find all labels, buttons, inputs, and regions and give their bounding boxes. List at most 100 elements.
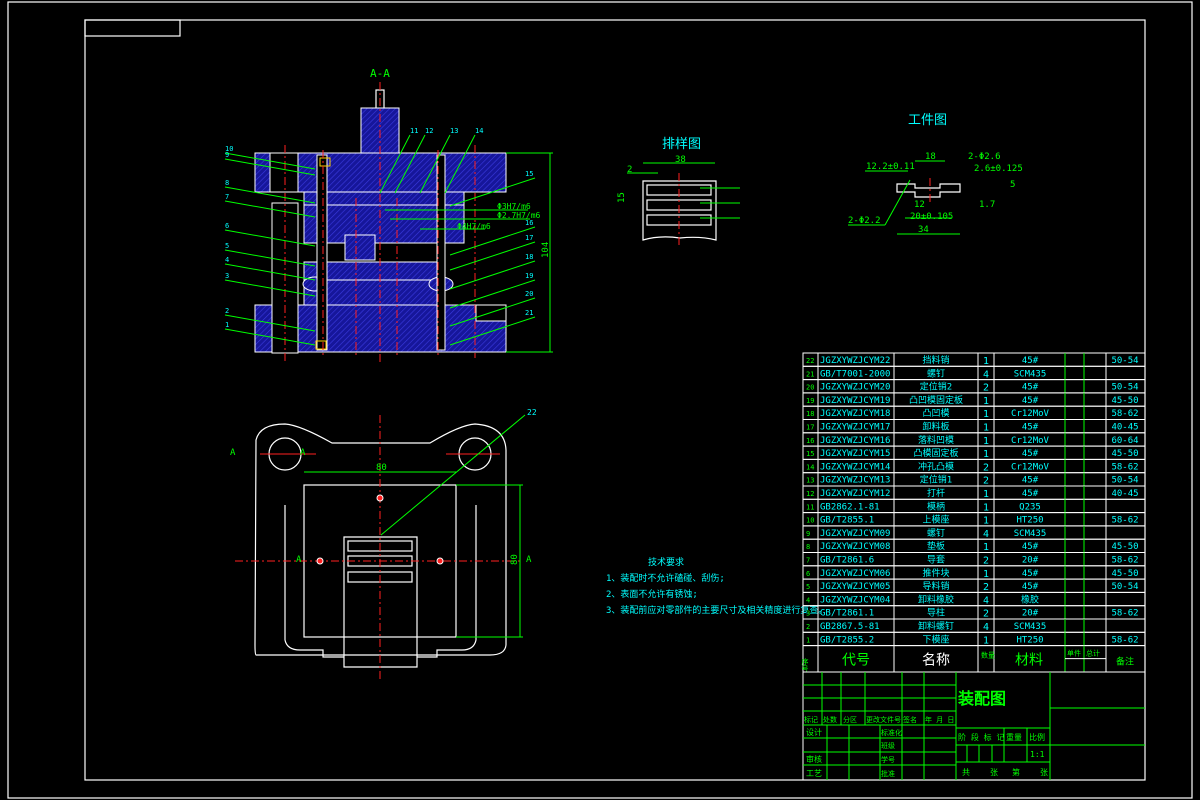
bom-header-code: 代号: [842, 653, 870, 669]
rev-header: 标记: [804, 715, 818, 724]
bom-code: JGZXYWZJCYM09: [820, 529, 890, 539]
section-view: A-A 104 Φ3H7/m6 Φ2.7H7/m6 Φ4H7/m6 109876…: [224, 67, 553, 365]
bom-remark: 50-54: [1111, 383, 1138, 393]
bom-remark: 50-54: [1111, 356, 1138, 366]
tech-req-item: 1、装配时不允许磕碰、刮伤;: [606, 572, 725, 584]
bom-qty: 2: [983, 556, 989, 567]
bom-code: JGZXYWZJCYM08: [820, 542, 890, 552]
bom-row: 17 JGZXYWZJCYM17 卸料板 1 45# 40-45: [802, 419, 1146, 434]
bom-name: 凸模固定板: [913, 447, 958, 459]
bom-row: 9 JGZXYWZJCYM09 螺钉 4 SCM435: [802, 525, 1146, 540]
bom-code: JGZXYWZJCYM17: [820, 423, 890, 433]
bom-remark: 45-50: [1111, 396, 1138, 406]
bom-name: 定位销2: [920, 381, 952, 393]
leader-line: [449, 241, 536, 271]
bom-remark: 60-64: [1111, 436, 1138, 446]
bom-remark: 58-62: [1111, 609, 1138, 619]
bom-name: 卸料板: [922, 421, 949, 433]
bom-qty: 1: [983, 396, 989, 407]
bom-qty: 1: [983, 356, 989, 367]
bom-remark: 50-54: [1111, 582, 1138, 592]
bom-row: 3 GB/T2861.1 导柱 2 20# 58-62: [802, 605, 1146, 620]
bom-material: HT250: [1016, 635, 1043, 645]
bom-name: 推件块: [922, 567, 949, 579]
bom-name: 模柄: [927, 500, 945, 512]
bom-row: 5 JGZXYWZJCYM05 导料销 2 45# 50-54: [802, 578, 1146, 593]
tech-req-item: 2、表面不允许有锈蚀;: [606, 588, 698, 600]
strip-edge-dim: 2: [627, 165, 632, 175]
bom-code: GB2867.5-81: [820, 622, 880, 632]
bom-header-material: 材料: [1015, 653, 1043, 669]
bom-row: 20 JGZXYWZJCYM20 定位销2 2 45# 50-54: [802, 379, 1146, 394]
leader-line: [224, 263, 316, 281]
bom-material: 45#: [1022, 542, 1039, 552]
leader-line: [449, 260, 536, 290]
bom-name: 垫板: [927, 540, 945, 552]
bom-material: 45#: [1022, 396, 1039, 406]
callout-label: 16: [525, 219, 533, 227]
bom-code: JGZXYWZJCYM16: [820, 436, 890, 446]
strip-pitch-dim: 15: [617, 192, 627, 203]
bom-qty: 2: [983, 476, 989, 487]
bom-row: 18 JGZXYWZJCYM18 凸凹模 1 Cr12MoV 58-62: [802, 405, 1146, 420]
bom-name: 凸凹模: [922, 408, 949, 419]
callout-label: 1: [225, 321, 229, 329]
section-mark: A: [296, 555, 302, 565]
bom-qty: 1: [983, 409, 989, 420]
bom-code: JGZXYWZJCYM05: [820, 582, 890, 592]
bom-code: GB/T7001-2000: [820, 369, 890, 379]
bom-row: 14 JGZXYWZJCYM14 冲孔凸模 2 Cr12MoV 58-62: [802, 458, 1146, 473]
bom-name: 打杆: [927, 487, 945, 499]
sheet-text: 张: [1040, 768, 1048, 777]
bom-qty: 4: [983, 369, 989, 380]
mid-label: 班级: [881, 741, 895, 750]
fit-label: Φ3H7/m6: [497, 202, 531, 211]
bom-no: 18: [806, 410, 814, 418]
dim-label: 12: [914, 200, 925, 210]
bom-row: 7 GB/T2861.6 导套 2 20# 58-62: [802, 552, 1146, 567]
callout-label: 4: [225, 256, 229, 264]
callout-label: 5: [225, 242, 229, 250]
bom-row: 19 JGZXYWZJCYM19 凸凹模固定板 1 45# 45-50: [802, 392, 1146, 407]
workpiece-drawing: 工件图 18 12.2±0.11 2-Φ2.6 2.6±0.125 12 20±…: [848, 113, 1023, 235]
bom-material: 20#: [1022, 609, 1039, 619]
bom-row: 10 GB/T2855.1 上模座 1 HT250 58-62: [802, 512, 1146, 527]
bom-no: 16: [806, 437, 814, 445]
tech-req-item: 3、装配前应对零部件的主要尺寸及相关精度进行复查。: [606, 604, 827, 616]
bom-no: 5: [806, 583, 810, 591]
bom-no: 19: [806, 397, 814, 405]
drawing-name: 装配图: [957, 689, 1006, 708]
dim-label: 1.7: [979, 200, 995, 210]
technical-requirements: 技术要求 1、装配时不允许磕碰、刮伤; 2、表面不允许有锈蚀; 3、装配前应对零…: [606, 556, 827, 616]
section-mark: A: [230, 448, 236, 458]
pusher-block: [344, 234, 376, 261]
bom-row: 13 JGZXYWZJCYM13 定位销1 2 45# 50-54: [802, 472, 1146, 487]
bom-header-unit-weight: 单件: [1067, 649, 1081, 658]
bom-no: 22: [806, 357, 814, 365]
rev-header: 处数: [823, 715, 837, 724]
screw-left: [316, 154, 328, 351]
bom-material: 20#: [1022, 556, 1039, 566]
bom-no: 8: [806, 543, 810, 551]
strip-layout-title: 排样图: [662, 137, 701, 152]
cad-drawing: A-A 104 Φ3H7/m6 Φ2.7H7/m6 Φ4H7/m6 109876…: [7, 1, 1193, 799]
bom-no: 6: [806, 570, 810, 578]
leader-line: [224, 200, 316, 218]
bom-code: JGZXYWZJCYM22: [820, 356, 890, 366]
bom-header-qty: 数量: [981, 651, 995, 660]
bom-code: JGZXYWZJCYM04: [820, 595, 890, 605]
role-label: 设计: [806, 727, 822, 737]
bom-qty: 2: [983, 609, 989, 620]
height-dimension: 104: [541, 242, 551, 258]
leader-line: [380, 414, 526, 536]
bom-name: 挡料销: [922, 354, 949, 366]
title-block: 装配图 标记 处数 分区 更改文件号 签名年 月 日设计审核工艺 标准化班级学号批准 阶 段…: [802, 671, 1146, 781]
bom-name: 定位销1: [920, 474, 952, 486]
callout-label: 11: [410, 127, 418, 135]
callout-label: 12: [425, 127, 433, 135]
mid-label: 学号: [881, 755, 895, 764]
bom-qty: 1: [983, 635, 989, 646]
fit-label: Φ4H7/m6: [457, 222, 491, 231]
bom-row: 11 GB2862.1-81 模柄 1 Q235: [802, 498, 1146, 513]
bom-row: 12 JGZXYWZJCYM12 打杆 1 45# 40-45: [802, 485, 1146, 500]
